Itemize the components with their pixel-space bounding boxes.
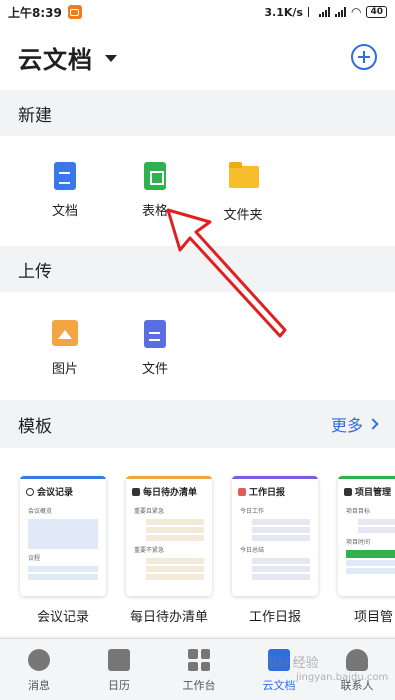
wifi-icon: ◠ [350,5,362,19]
section-templates-title: 模板 [18,416,52,437]
status-bar: 上午8:39 3.1K/s ◠ 40 [0,0,395,24]
board-icon [344,487,352,496]
signal-icon [318,7,330,17]
tab-label: 日历 [108,679,130,692]
template-card-line: 会议概览 [28,508,53,515]
add-button[interactable] [351,44,377,70]
section-upload-header: 上传 [0,246,395,292]
template-card-project[interactable]: 项目管理 项目目标 项目时间 [338,476,395,596]
app-header: 云文档 [0,24,395,90]
tab-label: 云文档 [262,679,296,692]
template-label-daily-report: 工作日报 [248,610,301,625]
grid-icon [188,649,210,671]
template-card-title: 会议记录 [37,488,74,498]
template-card-title: 每日待办清单 [143,488,198,498]
folder-icon [229,162,259,188]
dropdown-caret-icon[interactable] [105,55,117,62]
signal-icon-2 [334,7,346,17]
new-sheet-label: 表格 [141,204,168,219]
tab-workbench[interactable]: 工作台 [164,649,234,693]
template-label-project: 项目管 [354,610,394,625]
template-card-meeting[interactable]: 会议记录 会议概览 议程 [20,476,106,596]
doc-icon [54,162,76,190]
template-card-todo[interactable]: 每日待办清单 重要且紧急 重要不紧急 [126,476,212,596]
section-upload-title: 上传 [18,261,52,282]
notification-app-icon [67,5,82,19]
bottom-tab-bar: 消息 日历 工作台 云文档 联系人 [0,638,395,700]
upload-file-label: 文件 [141,362,168,377]
section-templates-header: 模板 更多 [0,400,395,448]
template-card-title: 项目管理 [355,488,392,498]
template-card-line: 重要且紧急 [134,508,165,515]
tab-contacts[interactable]: 联系人 [322,649,392,693]
upload-image-tile[interactable]: 图片 [30,320,100,377]
new-doc-tile[interactable]: 文档 [30,162,100,219]
chevron-right-icon [367,418,379,430]
section-upload-panel: 图片 文件 [0,292,395,400]
image-icon [52,320,78,346]
upload-file-tile[interactable]: 文件 [120,320,190,377]
template-card-line: 重要不紧急 [134,547,165,554]
new-sheet-tile[interactable]: 表格 [120,162,190,219]
tab-messages[interactable]: 消息 [4,649,74,693]
tab-label: 消息 [28,679,50,692]
template-card-line: 项目目标 [346,508,371,515]
tab-calendar[interactable]: 日历 [84,649,154,693]
watermark-url: jingyan.baidu.com [296,672,389,683]
page-title[interactable]: 云文档 [18,40,93,75]
new-doc-label: 文档 [51,204,78,219]
template-label-todo: 每日待办清单 [129,610,208,625]
template-card-line: 议程 [28,555,41,562]
watermark-logo: Bai 经验 [268,656,319,671]
message-icon [28,649,50,671]
section-new-header: 新建 [0,90,395,136]
calendar-icon [108,649,130,671]
sheet-icon [144,162,166,190]
template-card-daily-report[interactable]: 工作日报 今日工作 今日总结 [232,476,318,596]
upload-image-label: 图片 [51,362,78,377]
network-speed: 3.1K/s [264,5,303,19]
more-templates-link[interactable]: 更多 [330,412,379,436]
file-icon [144,320,166,348]
template-card-line: 今日总结 [240,547,265,554]
template-card-title: 工作日报 [249,488,286,498]
tab-label: 工作台 [182,679,216,692]
clock-icon [26,487,34,496]
status-time: 上午8:39 [8,5,62,20]
calendar-icon [238,487,246,496]
more-label: 更多 [330,416,363,435]
section-new-title: 新建 [18,105,52,126]
template-card-line: 今日工作 [240,508,265,515]
template-card-line: 项目时间 [346,539,371,546]
battery-icon: 40 [366,6,387,18]
checkbox-icon [132,487,140,496]
templates-panel: 会议记录 会议概览 议程 每日待办清单 重要且紧急 重要不紧急 工作日报 今日工… [0,448,395,636]
new-folder-label: 文件夹 [223,208,263,223]
new-folder-tile[interactable]: 文件夹 [208,162,278,223]
template-label-meeting: 会议记录 [36,610,89,625]
contact-icon [346,649,368,671]
bluetooth-icon [307,7,314,17]
status-right: 3.1K/s ◠ 40 [264,5,387,19]
section-new-panel: 文档 表格 文件夹 [0,136,395,246]
